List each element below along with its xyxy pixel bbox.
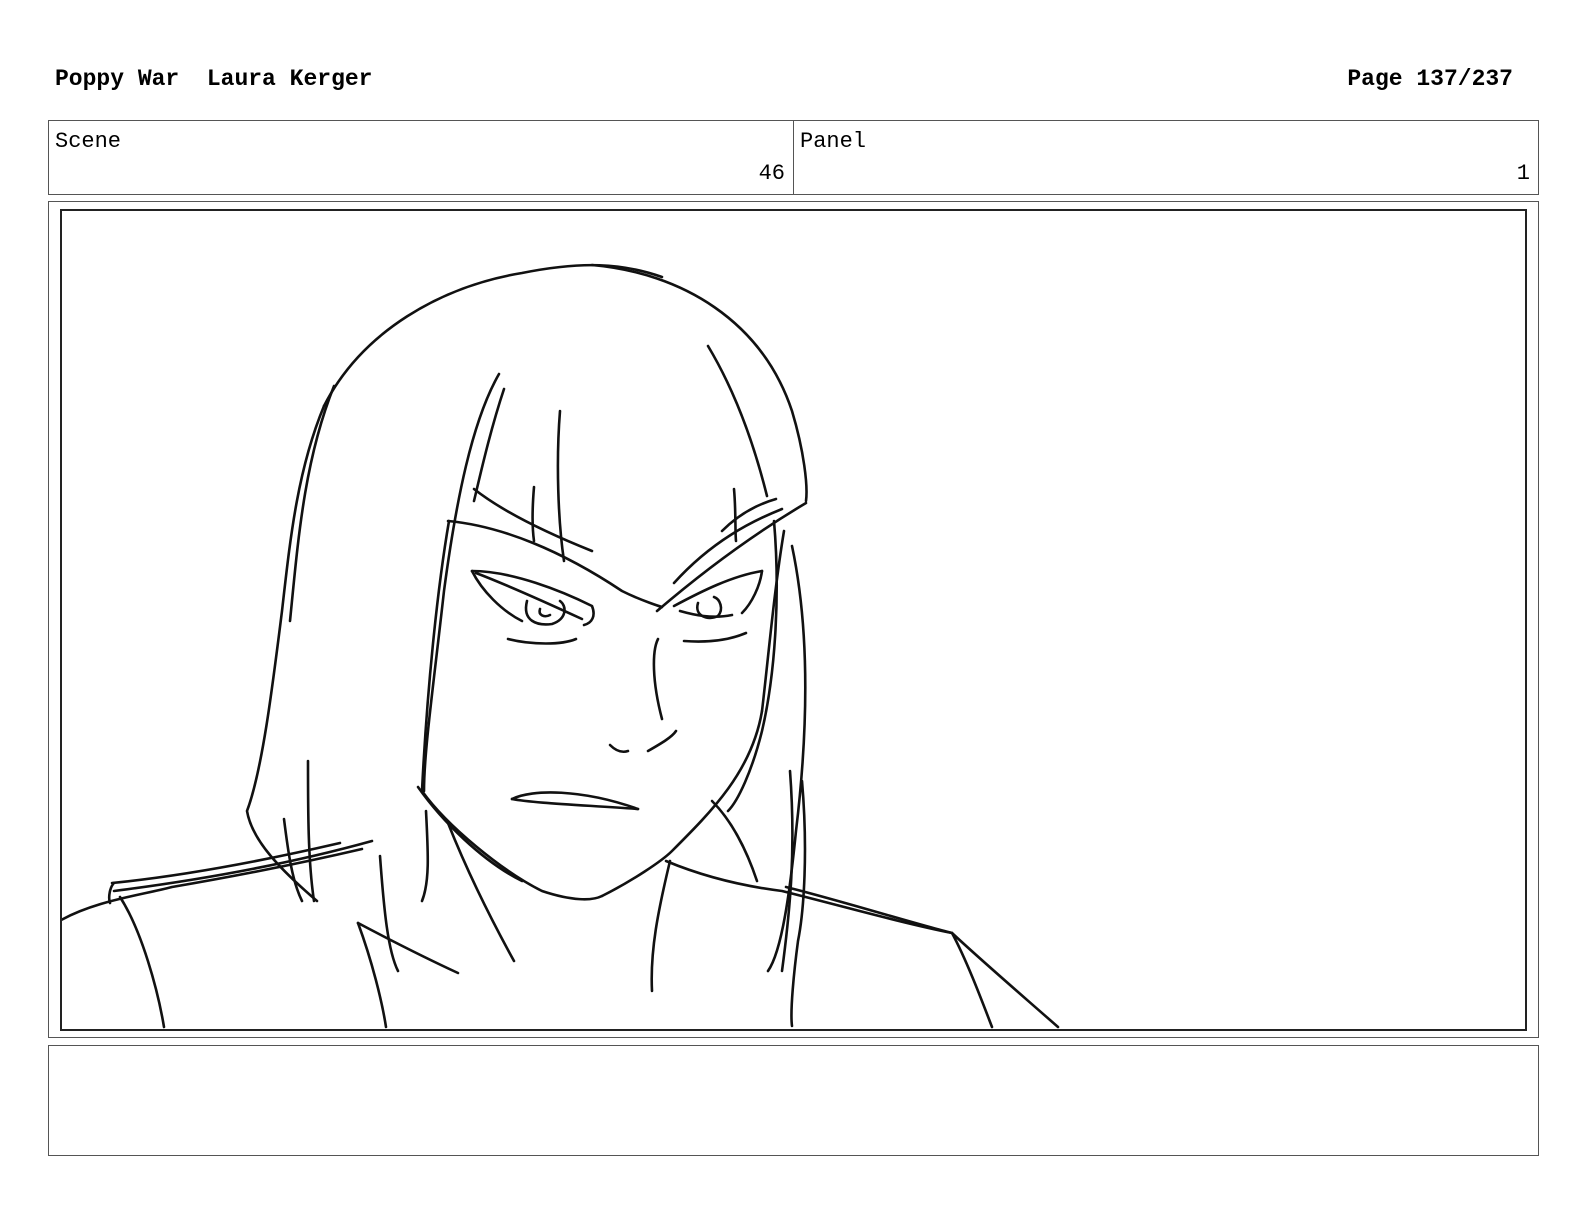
author-name: Laura Kerger <box>206 66 373 92</box>
right-lower-lid <box>682 631 748 643</box>
storyboard-frame <box>48 201 1539 1038</box>
page-indicator: Page 137/237 <box>1347 66 1513 92</box>
panel-number: 1 <box>1516 161 1530 186</box>
right-eye-outer <box>740 569 764 615</box>
bangs-strand <box>472 387 506 503</box>
hair-right-lower <box>780 769 794 973</box>
scene-panel-info: Scene 46 Panel 1 <box>48 120 1539 195</box>
character-sketch <box>62 263 1060 1029</box>
left-eye-bottom <box>470 569 524 623</box>
panel-label: Panel <box>800 129 867 154</box>
neck-right <box>650 859 672 993</box>
right-eye-inner <box>678 609 734 618</box>
panel-cell: Panel 1 <box>793 121 1538 194</box>
nose-tip <box>608 743 630 754</box>
bangs-short <box>531 485 536 543</box>
collar-left-mid <box>112 839 374 893</box>
project-title: Poppy War <box>55 66 180 92</box>
right-brow-inner <box>672 507 784 585</box>
shoulder-left <box>62 847 364 922</box>
left-iris <box>524 599 566 626</box>
shirt-fold-right <box>950 931 994 1029</box>
notes-area <box>48 1045 1539 1156</box>
right-iris <box>696 595 723 620</box>
scene-label: Scene <box>55 129 122 154</box>
face-left-contour <box>420 519 604 901</box>
shoulder-line-lower <box>118 895 166 1029</box>
hair-strand-lower <box>378 854 400 973</box>
left-pupil <box>538 607 552 618</box>
nose-bridge <box>652 637 664 721</box>
nose-side <box>646 729 678 753</box>
scene-cell: Scene 46 <box>49 121 793 194</box>
document-title: Poppy War Laura Kerger <box>55 66 372 92</box>
shoulder-right-outer <box>784 885 1060 1029</box>
right-brow <box>655 501 808 613</box>
neck-left <box>446 821 516 963</box>
storyboard-drawing-area <box>60 209 1527 1031</box>
hair-outline-right <box>590 263 808 503</box>
hair-inner-left <box>306 759 316 903</box>
neck-strand <box>710 799 759 883</box>
hair-strand-lower-2 <box>420 809 430 903</box>
bangs-right-strand <box>706 344 769 498</box>
jaw-right <box>760 529 786 713</box>
bangs-left-strand <box>422 372 501 793</box>
chin-left-shadow <box>416 785 524 883</box>
scene-number: 46 <box>758 161 785 186</box>
hair-right-inner <box>726 519 778 813</box>
left-lower-lid <box>506 637 578 645</box>
shirt-fold-left <box>356 921 388 1029</box>
